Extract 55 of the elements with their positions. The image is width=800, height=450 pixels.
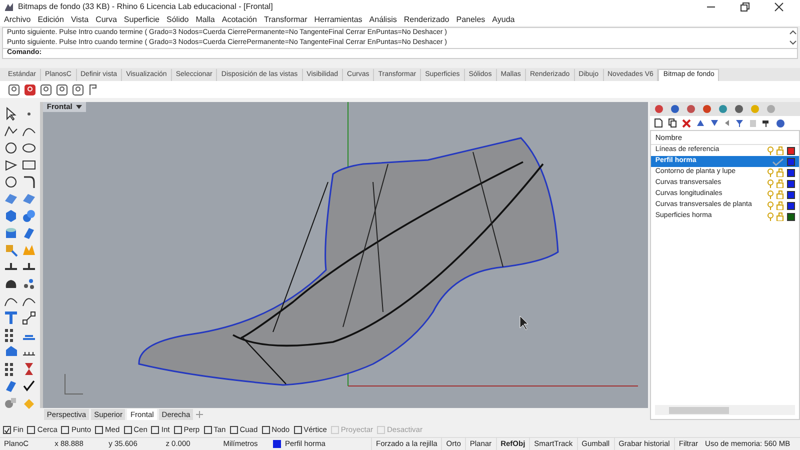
left-arrow-icon[interactable]	[724, 119, 730, 127]
panel-tab-icon[interactable]	[686, 104, 696, 114]
tool-icon[interactable]	[2, 174, 19, 190]
panel-tab-icon[interactable]	[718, 104, 728, 114]
checkmark-icon	[4, 426, 10, 434]
menu-item[interactable]: Herramientas	[314, 14, 362, 26]
hammer-icon[interactable]	[762, 118, 772, 128]
menu-item[interactable]: Malla	[196, 14, 215, 26]
bitmap-tool-icon[interactable]	[24, 84, 36, 96]
menu-item[interactable]: Paneles	[456, 14, 486, 26]
panel-tab-icon[interactable]	[670, 104, 680, 114]
menu-item[interactable]: Análisis	[369, 14, 397, 26]
layer-color-swatch[interactable]	[787, 202, 795, 210]
layer-color-swatch[interactable]	[787, 146, 795, 154]
bitmap-tool-icon[interactable]	[72, 84, 84, 96]
menu-item[interactable]: Vista	[70, 14, 89, 26]
restore-icon[interactable]	[740, 2, 750, 12]
new-layer-icon[interactable]	[654, 118, 664, 128]
tool-icon[interactable]	[20, 310, 37, 326]
app-logo-icon	[4, 2, 14, 12]
dropdown-caret-icon[interactable]	[76, 104, 82, 110]
menu-item[interactable]: Transformar	[264, 14, 308, 26]
menu-item[interactable]: Ayuda	[492, 14, 515, 26]
menu-item[interactable]: Sólido	[166, 14, 189, 26]
layer-color-swatch[interactable]	[787, 168, 795, 176]
down-arrow-icon[interactable]	[710, 119, 720, 127]
panel-tab-icon[interactable]	[734, 104, 744, 114]
menu-item[interactable]: Edición	[38, 14, 64, 26]
bitmap-tool-icon[interactable]	[40, 84, 52, 96]
check-icon[interactable]	[772, 158, 784, 166]
panel-tab-icon[interactable]	[702, 104, 712, 114]
panel-tab-icon[interactable]	[654, 104, 664, 114]
menu-item[interactable]: Renderizado	[404, 14, 450, 26]
axis-indicator-icon	[64, 374, 84, 394]
layer-color-swatch[interactable]	[787, 190, 795, 198]
horizontal-scrollbar[interactable]	[655, 405, 795, 415]
bitmap-tool-icon[interactable]	[56, 84, 68, 96]
filter-icon[interactable]	[735, 118, 744, 128]
menu-item[interactable]: Acotación	[222, 14, 258, 26]
layer-color-swatch[interactable]	[787, 180, 795, 188]
tool-icon[interactable]	[2, 140, 19, 156]
flag-icon[interactable]	[88, 84, 98, 96]
tool-icon[interactable]	[20, 378, 37, 394]
mouse-cursor-icon	[520, 316, 528, 330]
layer-color-swatch[interactable]	[787, 212, 795, 220]
bitmap-tool-icon[interactable]	[8, 84, 20, 96]
delete-icon[interactable]	[682, 118, 692, 128]
up-arrow-icon[interactable]	[696, 119, 706, 127]
copy-icon[interactable]	[668, 118, 678, 128]
menu-item[interactable]: Archivo	[4, 14, 31, 26]
menu-item[interactable]: Curva	[96, 14, 117, 26]
layer-color-swatch[interactable]	[787, 158, 795, 166]
close-icon[interactable]	[774, 2, 784, 12]
window-title: Bitmaps de fondo (33 KB) - Rhino 6 Licencia Lab educacional - [Frontal]	[18, 1, 273, 13]
menu-item[interactable]: Superficie	[124, 14, 160, 26]
